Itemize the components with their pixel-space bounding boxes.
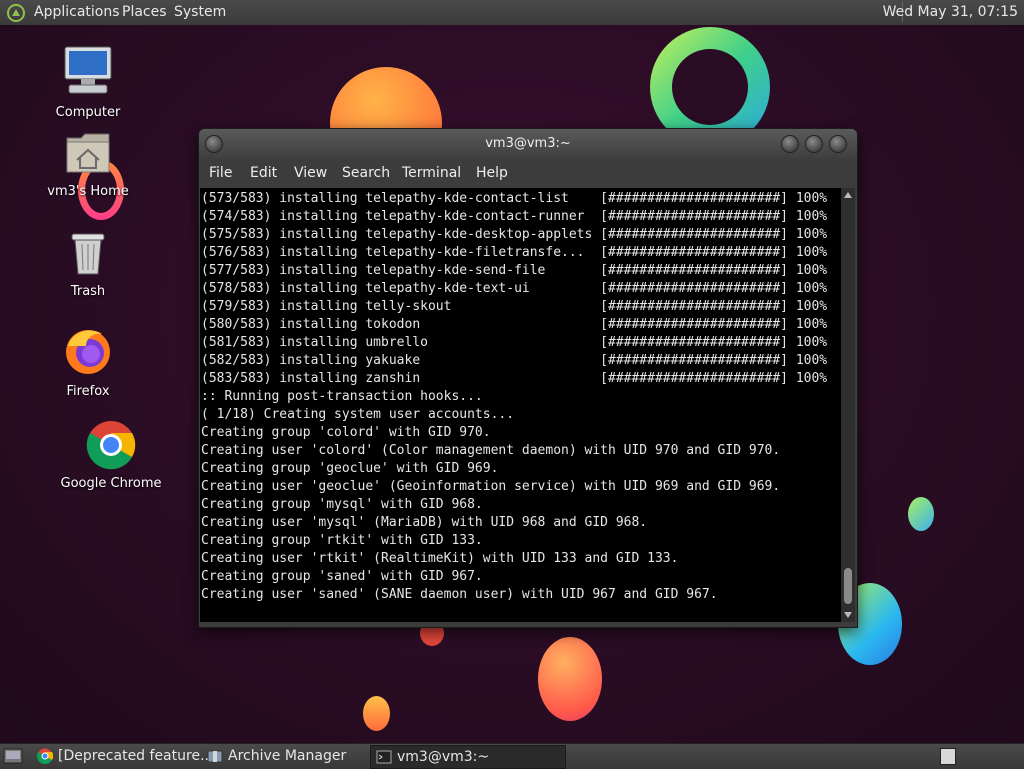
task-label: vm3@vm3:~ [397,749,490,765]
menu-file[interactable]: File [209,165,232,181]
desktop-icon-computer[interactable]: Computer [38,45,138,120]
clock[interactable]: Wed May 31, 07:15 [883,4,1018,20]
minimize-button[interactable] [781,135,799,153]
desktop-icon-label: Firefox [66,384,110,399]
window-menu-button[interactable] [205,135,223,153]
show-desktop-icon[interactable] [3,748,23,764]
task-chrome-deprecated[interactable]: [Deprecated feature... [32,745,224,767]
chrome-icon [37,748,53,764]
terminal-lines: (573/583) installing telepathy-kde-conta… [201,191,828,602]
task-terminal[interactable]: vm3@vm3:~ [370,745,566,769]
terminal-scrollbar[interactable] [841,188,855,622]
scroll-down-icon[interactable] [844,612,852,618]
menu-search[interactable]: Search [342,165,390,181]
scroll-up-icon[interactable] [844,192,852,198]
scroll-thumb[interactable] [844,568,852,604]
archive-manager-icon [207,750,223,763]
wallpaper-blue-blob [908,497,934,531]
home-folder-icon [65,128,111,180]
desktop-icon-label: Google Chrome [60,476,162,491]
menu-help[interactable]: Help [476,165,508,181]
task-archive-manager[interactable]: Archive Manager [202,745,392,767]
wallpaper-small-orange-blob [363,696,390,731]
desktop-icon-chrome[interactable]: Google Chrome [60,418,162,491]
terminal-menubar: File Edit View Search Terminal Help [199,159,857,187]
window-titlebar[interactable]: vm3@vm3:~ [199,129,857,159]
task-label: Archive Manager [228,748,347,764]
terminal-window[interactable]: vm3@vm3:~ File Edit View Search Terminal… [198,128,858,628]
distro-logo-icon[interactable] [6,3,26,23]
workspace-switcher[interactable] [940,748,956,765]
window-title: vm3@vm3:~ [485,136,571,151]
top-panel: Applications Places System Wed May 31, 0… [0,0,1024,26]
bottom-taskbar: [Deprecated feature... Archive Manager v… [0,743,1024,769]
desktop-icon-label: vm3's Home [47,184,129,199]
terminal-output[interactable]: (573/583) installing telepathy-kde-conta… [200,188,841,622]
close-button[interactable] [829,135,847,153]
menu-system[interactable]: System [174,4,226,20]
desktop-icon-trash[interactable]: Trash [38,228,138,299]
wallpaper-red-blob [538,637,602,721]
desktop-icon-label: Computer [55,105,121,120]
menu-view[interactable]: View [294,165,327,181]
menu-edit[interactable]: Edit [250,165,277,181]
chrome-icon [86,418,136,472]
terminal-icon [376,750,392,764]
menu-terminal[interactable]: Terminal [402,165,461,181]
maximize-button[interactable] [805,135,823,153]
menu-places[interactable]: Places [122,4,167,20]
computer-icon [63,45,113,101]
firefox-icon [64,326,112,380]
desktop-icon-label: Trash [70,284,106,299]
task-label: [Deprecated feature... [58,748,214,764]
trash-icon [68,228,108,280]
desktop-icon-home[interactable]: vm3's Home [38,128,138,199]
desktop-icon-firefox[interactable]: Firefox [38,326,138,399]
menu-applications[interactable]: Applications [34,4,120,20]
